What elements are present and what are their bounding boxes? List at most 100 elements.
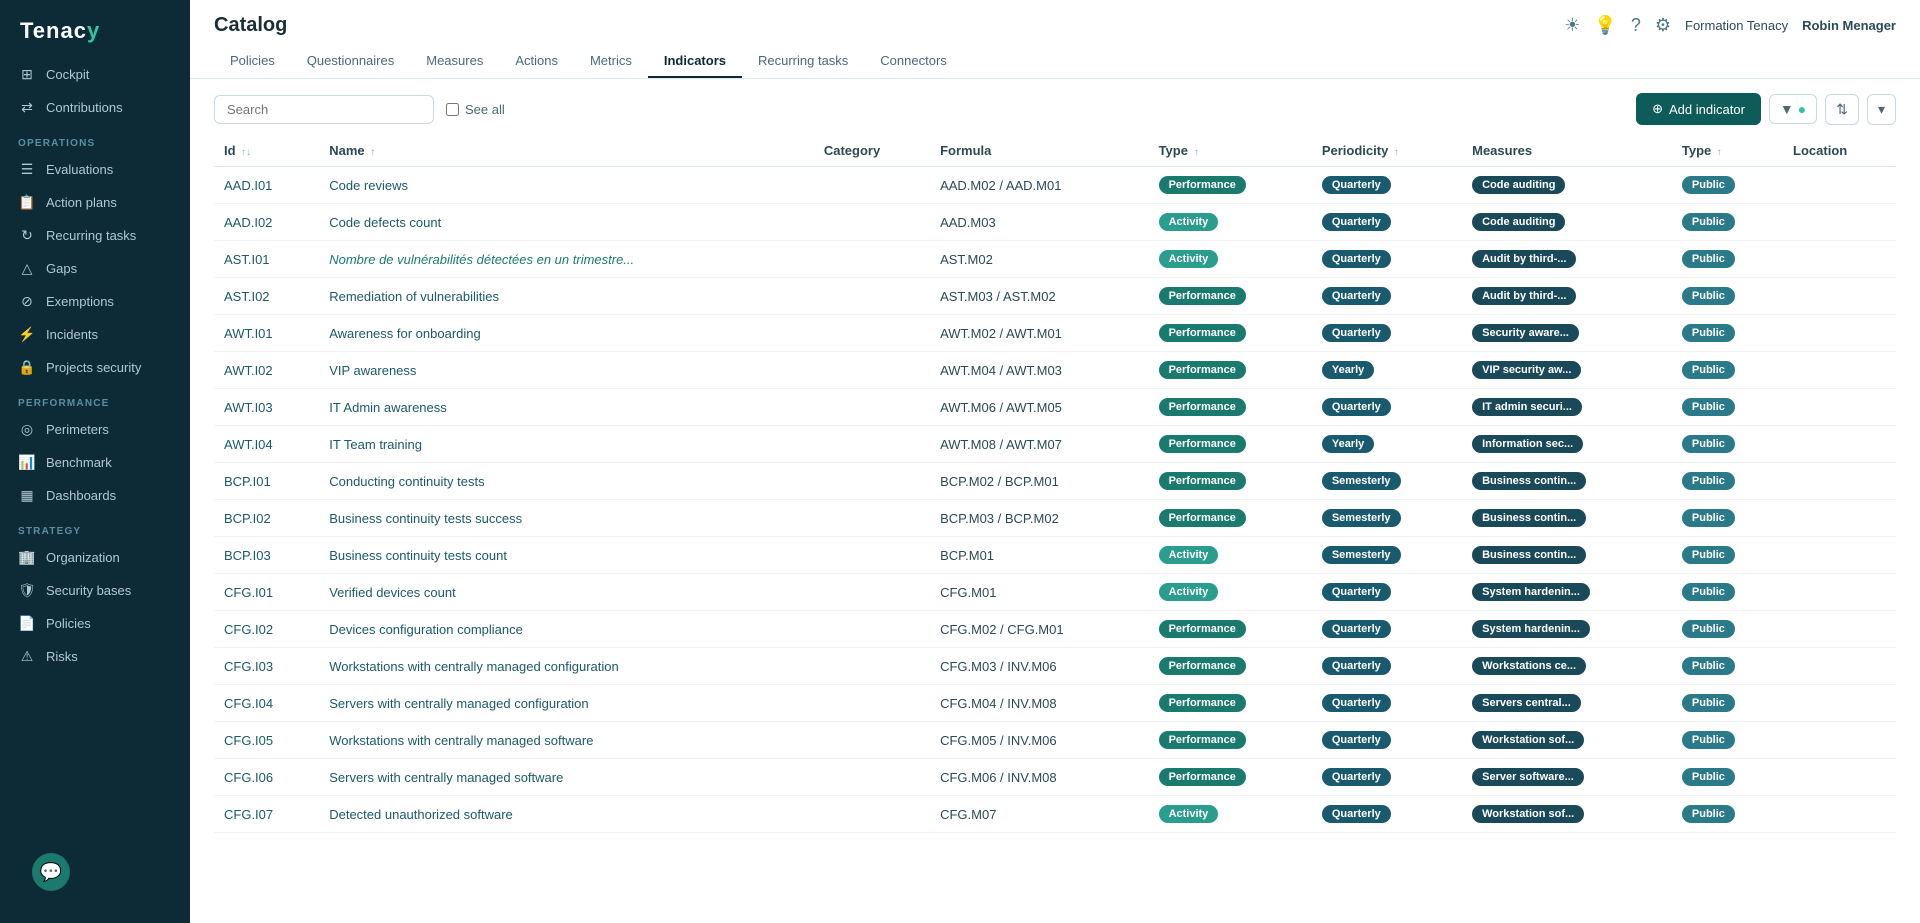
see-all-checkbox[interactable]	[446, 103, 459, 116]
tab-recurring-tasks[interactable]: Recurring tasks	[742, 45, 864, 78]
table-row[interactable]: CFG.I05 Workstations with centrally mana…	[214, 722, 1896, 759]
cell-type2: Public	[1672, 685, 1783, 722]
tab-actions[interactable]: Actions	[499, 45, 574, 78]
tab-metrics[interactable]: Metrics	[574, 45, 648, 78]
sidebar-item-action-plans[interactable]: 📋 Action plans	[0, 186, 190, 219]
cell-measures: Server software...	[1462, 759, 1672, 796]
topbar: Catalog ☀ 💡 ? ⚙ Formation Tenacy Robin M…	[190, 0, 1920, 37]
sun-icon[interactable]: ☀	[1564, 15, 1580, 36]
cell-periodicity: Quarterly	[1312, 574, 1462, 611]
cell-category	[814, 759, 930, 796]
sidebar-item-gaps[interactable]: △ Gaps	[0, 252, 190, 285]
table-row[interactable]: AST.I02 Remediation of vulnerabilities A…	[214, 278, 1896, 315]
table-row[interactable]: AST.I01 Nombre de vulnérabilités détecté…	[214, 241, 1896, 278]
help-icon[interactable]: ?	[1631, 15, 1641, 36]
col-name[interactable]: Name ↑	[319, 135, 814, 167]
add-icon: ⊕	[1652, 101, 1663, 117]
sidebar-item-recurring-tasks[interactable]: ↻ Recurring tasks	[0, 219, 190, 252]
col-periodicity[interactable]: Periodicity ↑	[1312, 135, 1462, 167]
cell-category	[814, 796, 930, 833]
sidebar-item-organization[interactable]: 🏢 Organization	[0, 541, 190, 574]
col-id[interactable]: Id ↑↓	[214, 135, 319, 167]
tab-policies[interactable]: Policies	[214, 45, 291, 78]
cell-location	[1783, 315, 1896, 352]
cell-measures: Business contin...	[1462, 463, 1672, 500]
cell-category	[814, 537, 930, 574]
cell-formula: AST.M03 / AST.M02	[930, 278, 1148, 315]
cell-id: AAD.I02	[214, 204, 319, 241]
policies-icon: 📄	[18, 615, 36, 632]
cell-category	[814, 648, 930, 685]
bulb-icon[interactable]: 💡	[1594, 15, 1616, 36]
sidebar-item-exemptions[interactable]: ⊘ Exemptions	[0, 285, 190, 318]
cell-id: AAD.I01	[214, 167, 319, 204]
table-row[interactable]: CFG.I06 Servers with centrally managed s…	[214, 759, 1896, 796]
columns-button[interactable]: ▾	[1867, 94, 1896, 125]
cell-category	[814, 685, 930, 722]
cell-type: Performance	[1149, 278, 1312, 315]
table-row[interactable]: BCP.I02 Business continuity tests succes…	[214, 500, 1896, 537]
table-row[interactable]: CFG.I03 Workstations with centrally mana…	[214, 648, 1896, 685]
sidebar-section-operations: ⊞ Cockpit ⇄ Contributions	[0, 58, 190, 124]
sidebar-item-evaluations[interactable]: ☰ Evaluations	[0, 153, 190, 186]
col-type2[interactable]: Type ↑	[1672, 135, 1783, 167]
tab-questionnaires[interactable]: Questionnaires	[291, 45, 410, 78]
cell-name: Business continuity tests success	[319, 500, 814, 537]
sidebar-item-policies[interactable]: 📄 Policies	[0, 607, 190, 640]
sidebar-item-perimeters[interactable]: ◎ Perimeters	[0, 413, 190, 446]
sidebar-item-label: Perimeters	[46, 422, 109, 437]
cell-formula: AWT.M08 / AWT.M07	[930, 426, 1148, 463]
sidebar-item-label: Cockpit	[46, 67, 89, 82]
cell-measures: Audit by third-...	[1462, 278, 1672, 315]
table-row[interactable]: BCP.I01 Conducting continuity tests BCP.…	[214, 463, 1896, 500]
main-content: Catalog ☀ 💡 ? ⚙ Formation Tenacy Robin M…	[190, 0, 1920, 923]
sort-icon: ⇅	[1836, 101, 1848, 118]
sidebar-item-projects-security[interactable]: 🔒 Projects security	[0, 351, 190, 384]
sidebar-item-contributions[interactable]: ⇄ Contributions	[0, 91, 190, 124]
cell-id: BCP.I03	[214, 537, 319, 574]
cell-name: Verified devices count	[319, 574, 814, 611]
sidebar-item-risks[interactable]: ⚠ Risks	[0, 640, 190, 673]
cell-category	[814, 278, 930, 315]
tab-indicators[interactable]: Indicators	[648, 45, 742, 78]
settings-icon[interactable]: ⚙	[1655, 15, 1671, 36]
table-row[interactable]: AWT.I03 IT Admin awareness AWT.M06 / AWT…	[214, 389, 1896, 426]
sidebar-item-incidents[interactable]: ⚡ Incidents	[0, 318, 190, 351]
sidebar-item-cockpit[interactable]: ⊞ Cockpit	[0, 58, 190, 91]
filter-button[interactable]: ▼ ●	[1769, 94, 1817, 124]
table-row[interactable]: CFG.I04 Servers with centrally managed c…	[214, 685, 1896, 722]
table-row[interactable]: AWT.I01 Awareness for onboarding AWT.M02…	[214, 315, 1896, 352]
cell-category	[814, 167, 930, 204]
sidebar-item-dashboards[interactable]: ▦ Dashboards	[0, 479, 190, 512]
cell-measures: Business contin...	[1462, 500, 1672, 537]
cell-name: Business continuity tests count	[319, 537, 814, 574]
table-row[interactable]: CFG.I07 Detected unauthorized software C…	[214, 796, 1896, 833]
table-row[interactable]: CFG.I01 Verified devices count CFG.M01 A…	[214, 574, 1896, 611]
cell-periodicity: Semesterly	[1312, 463, 1462, 500]
chat-button[interactable]: 💬	[32, 853, 70, 891]
col-type[interactable]: Type ↑	[1149, 135, 1312, 167]
cell-location	[1783, 278, 1896, 315]
sidebar-item-benchmark[interactable]: 📊 Benchmark	[0, 446, 190, 479]
cell-id: BCP.I01	[214, 463, 319, 500]
sidebar-item-security-bases[interactable]: 🛡 Security bases	[0, 574, 190, 607]
see-all-label[interactable]: See all	[446, 102, 505, 117]
table-row[interactable]: AWT.I02 VIP awareness AWT.M04 / AWT.M03 …	[214, 352, 1896, 389]
tab-connectors[interactable]: Connectors	[864, 45, 962, 78]
table-row[interactable]: AAD.I01 Code reviews AAD.M02 / AAD.M01 P…	[214, 167, 1896, 204]
table-row[interactable]: CFG.I02 Devices configuration compliance…	[214, 611, 1896, 648]
organization-icon: 🏢	[18, 549, 36, 566]
table-row[interactable]: AWT.I04 IT Team training AWT.M08 / AWT.M…	[214, 426, 1896, 463]
table-row[interactable]: AAD.I02 Code defects count AAD.M03 Activ…	[214, 204, 1896, 241]
table-row[interactable]: BCP.I03 Business continuity tests count …	[214, 537, 1896, 574]
cell-location	[1783, 352, 1896, 389]
cell-measures: Workstation sof...	[1462, 722, 1672, 759]
tab-measures[interactable]: Measures	[410, 45, 499, 78]
cell-periodicity: Quarterly	[1312, 648, 1462, 685]
sort-button[interactable]: ⇅	[1825, 94, 1859, 125]
add-indicator-button[interactable]: ⊕ Add indicator	[1636, 93, 1761, 125]
sidebar-item-label: Benchmark	[46, 455, 112, 470]
search-input[interactable]	[214, 95, 434, 124]
section-label-performance: PERFORMANCE	[0, 384, 190, 413]
cell-type: Performance	[1149, 759, 1312, 796]
